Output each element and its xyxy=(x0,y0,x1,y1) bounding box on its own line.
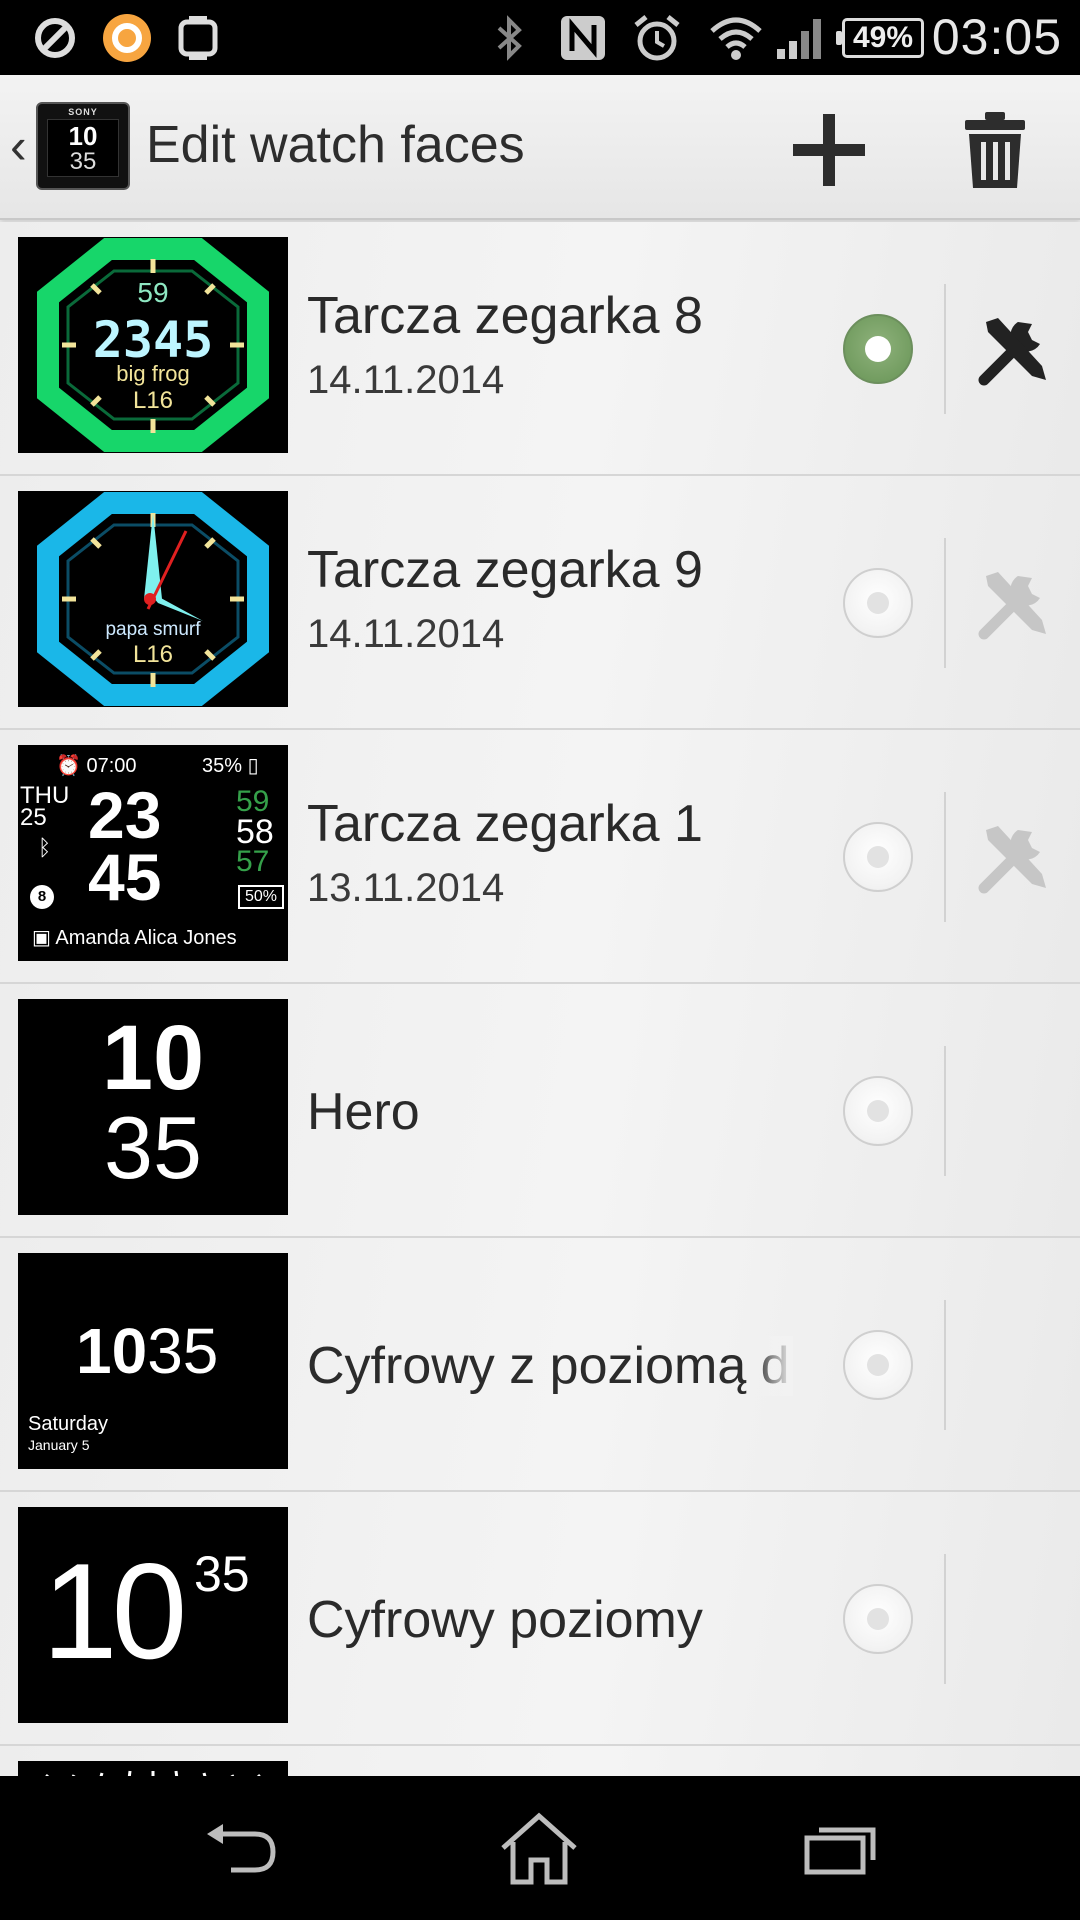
thumb-minute: 45 xyxy=(88,840,162,914)
settings-button[interactable] xyxy=(972,310,1052,390)
select-radio[interactable] xyxy=(843,822,913,892)
status-time: 03:05 xyxy=(931,9,1062,65)
divider xyxy=(944,284,946,414)
thumb-battery: 35% ▯ xyxy=(202,755,259,777)
select-radio[interactable] xyxy=(843,1076,913,1146)
thumb-contact: ▣ Amanda Alica Jones xyxy=(32,927,237,949)
thumb-minute: 35 xyxy=(104,1098,202,1197)
thumb-label: big frog xyxy=(116,361,190,386)
app-icon-minute: 35 xyxy=(69,148,97,175)
divider xyxy=(944,538,946,668)
select-radio[interactable] xyxy=(843,1330,913,1400)
thumb-seconds: 59 xyxy=(137,277,169,308)
recent-apps-button[interactable] xyxy=(796,1808,886,1888)
list-item[interactable]: papa smurf L16 Tarcza zegarka 9 14.11.20… xyxy=(0,476,1080,730)
wrench-icon xyxy=(978,826,1046,894)
thumb-percent: 50% xyxy=(238,885,284,909)
battery-indicator: 49% xyxy=(836,18,924,58)
list-item[interactable]: ⏰ 07:00 35% ▯ THU 25 ᛒ 8 23 45 59 58 57 5… xyxy=(0,730,1080,984)
wrench-icon xyxy=(978,572,1046,640)
thumb-day: THU 25 xyxy=(20,782,70,831)
watch-face-date: 14.11.2014 xyxy=(307,358,505,402)
app-icon: SONY 10 35 xyxy=(36,102,130,190)
add-watch-face-button[interactable] xyxy=(784,105,874,195)
back-icon xyxy=(207,1824,276,1873)
thumb-label: papa smurf xyxy=(105,619,201,640)
divider xyxy=(944,1046,946,1176)
thumb-bottom: L16 xyxy=(132,387,174,414)
watch-face-thumbnail: 1035 Saturday January 5 xyxy=(18,1253,288,1469)
alarm-icon xyxy=(630,12,684,64)
watch-icon xyxy=(172,12,224,64)
no-disturb-icon xyxy=(30,12,80,64)
watch-face-date: 13.11.2014 xyxy=(307,866,505,910)
watch-face-date: 14.11.2014 xyxy=(307,612,505,656)
up-caret-icon: ‹ xyxy=(10,118,27,174)
signal-icon xyxy=(774,12,826,64)
watch-face-thumbnail: ⏰ 07:00 35% ▯ THU 25 ᛒ 8 23 45 59 58 57 5… xyxy=(18,745,288,961)
delete-watch-face-button[interactable] xyxy=(950,105,1040,195)
watch-face-title: Cyfrowy z poziomą d xyxy=(307,1336,793,1396)
divider xyxy=(944,1554,946,1684)
thumb-day: Saturday xyxy=(28,1413,109,1435)
select-radio[interactable] xyxy=(843,1584,913,1654)
app-notification-icon xyxy=(100,12,154,64)
watch-face-thumbnail: papa smurf L16 xyxy=(18,491,288,707)
thumb-time: 1035 xyxy=(76,1315,219,1387)
thumb-hour: 23 xyxy=(88,778,162,852)
thumb-seconds-next: 57 xyxy=(236,845,270,878)
bluetooth-icon xyxy=(492,12,528,64)
plus-icon xyxy=(793,114,865,186)
status-bar: 49% 03:05 xyxy=(0,0,1080,75)
nfc-icon xyxy=(556,12,610,64)
thumb-minute: 35 xyxy=(194,1546,250,1602)
watch-face-thumbnail: 10 35 xyxy=(18,999,288,1215)
app-icon-brand: SONY xyxy=(68,107,98,117)
watch-face-thumbnail: 59 2345 big frog L16 xyxy=(18,237,288,453)
page-title: Edit watch faces xyxy=(146,116,525,174)
list-item[interactable]: 59 2345 big frog L16 Tarcza zegarka 8 14… xyxy=(0,222,1080,476)
thumb-alarm: ⏰ 07:00 xyxy=(56,755,137,777)
navigation-bar xyxy=(0,1776,1080,1920)
wrench-icon xyxy=(978,318,1046,386)
back-button[interactable] xyxy=(196,1808,286,1888)
thumb-badge: 8 xyxy=(30,885,54,909)
select-radio[interactable] xyxy=(843,568,913,638)
watch-face-title: Tarcza zegarka 9 xyxy=(307,541,703,599)
select-radio[interactable] xyxy=(843,314,913,384)
settings-button[interactable] xyxy=(972,564,1052,644)
watch-face-title: Cyfrowy poziomy xyxy=(307,1591,703,1649)
settings-button[interactable] xyxy=(972,818,1052,898)
watch-face-list: 59 2345 big frog L16 Tarcza zegarka 8 14… xyxy=(0,222,1080,1791)
list-item[interactable]: 10 35 Cyfrowy poziomy xyxy=(0,1492,1080,1746)
action-bar: ‹ SONY 10 35 Edit watch faces xyxy=(0,75,1080,220)
watch-face-thumbnail: 10 35 xyxy=(18,1507,288,1723)
divider xyxy=(944,792,946,922)
home-icon xyxy=(501,1812,577,1885)
thumb-bottom: L16 xyxy=(132,641,174,668)
watch-face-title: Tarcza zegarka 1 xyxy=(307,795,703,853)
divider xyxy=(944,1300,946,1430)
bluetooth-icon: ᛒ xyxy=(38,835,52,860)
thumb-hour: 10 xyxy=(42,1535,187,1687)
trash-icon xyxy=(965,112,1025,188)
watch-face-title: Tarcza zegarka 8 xyxy=(307,287,703,345)
home-button[interactable] xyxy=(494,1808,584,1888)
wifi-icon xyxy=(708,12,764,64)
thumb-hour: 10 xyxy=(101,1007,205,1109)
app-icon-hour: 10 xyxy=(68,121,98,151)
watch-face-title: Hero xyxy=(307,1083,420,1141)
thumb-date: January 5 xyxy=(28,1437,90,1453)
list-item[interactable]: 10 35 Hero xyxy=(0,984,1080,1238)
recents-icon xyxy=(804,1827,876,1875)
list-item[interactable]: 1035 Saturday January 5 Cyfrowy z poziom… xyxy=(0,1238,1080,1492)
